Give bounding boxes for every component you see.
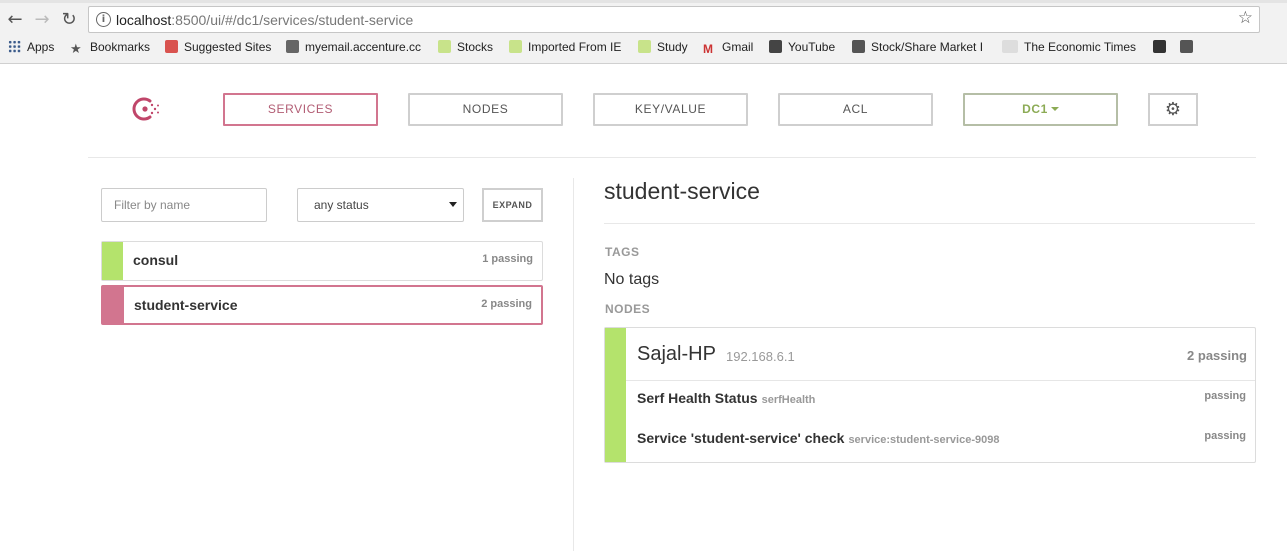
bookmark-youtube[interactable]: YouTube	[769, 40, 835, 56]
status-select-value: any status	[314, 198, 369, 212]
caret-down-icon	[1050, 107, 1059, 111]
expand-button[interactable]: EXPAND	[482, 188, 543, 222]
check-status: passing	[1204, 390, 1246, 402]
bookmark-suggested-sites[interactable]: Suggested Sites	[165, 40, 271, 56]
youtube-icon	[769, 40, 782, 53]
bookmark-label: Bookmarks	[90, 40, 151, 54]
datacenter-label: DC1	[1022, 102, 1048, 116]
chrome-divider	[0, 63, 1287, 64]
node-name[interactable]: Sajal-HP	[637, 343, 716, 366]
settings-button[interactable]: ⚙	[1148, 93, 1198, 126]
tab-strip-edge	[0, 0, 1287, 3]
check-name: Service 'student-service' check service:s…	[637, 430, 999, 446]
check-id: service:student-service-9098	[848, 434, 1000, 446]
bookmark-label: Study	[657, 40, 688, 54]
dropdown-arrow-icon	[449, 202, 457, 207]
service-name: student-service	[134, 297, 238, 313]
service-row-consul[interactable]: consul 1 passing	[101, 241, 543, 281]
datacenter-dropdown[interactable]: DC1	[963, 93, 1118, 126]
back-arrow-icon[interactable]: ←	[4, 9, 26, 31]
consul-logo-icon[interactable]	[131, 95, 161, 123]
bookmark-label: Stocks	[457, 40, 494, 54]
node-passing-count: 2 passing	[1187, 348, 1247, 363]
suggested-sites-icon	[165, 40, 178, 53]
bookmarks-bar: Apps ★ Bookmarks Suggested Sites myemail.…	[0, 36, 1287, 60]
economic-times-icon	[1002, 40, 1018, 53]
nav-nodes-button[interactable]: NODES	[408, 93, 563, 126]
address-bar[interactable]: i localhost:8500/ui/#/dc1/services/stude…	[88, 6, 1260, 33]
bookmark-label: YouTube	[788, 40, 836, 54]
accenture-icon	[286, 40, 299, 53]
bookmark-star-icon[interactable]: ☆	[1238, 8, 1253, 28]
reload-icon[interactable]: ↻	[58, 9, 80, 31]
check-row-service[interactable]: Service 'student-service' check service:s…	[626, 420, 1255, 460]
service-name: consul	[133, 252, 179, 268]
folder-icon	[438, 40, 451, 53]
check-title: Service 'student-service' check	[637, 430, 845, 446]
bookmark-bookmarks[interactable]: ★ Bookmarks	[70, 40, 150, 56]
bookmark-economic-times[interactable]: The Economic Times	[1002, 40, 1138, 56]
nav-services-button[interactable]: SERVICES	[223, 93, 378, 126]
node-panel: Sajal-HP 192.168.6.1 2 passing Serf Heal…	[604, 327, 1256, 463]
service-detail-title: student-service	[604, 178, 760, 204]
service-passing-count: 1 passing	[482, 253, 533, 265]
tags-value: No tags	[604, 271, 660, 288]
check-title: Serf Health Status	[637, 390, 758, 406]
gmail-icon: M	[703, 42, 713, 56]
bookmark-label: Gmail	[722, 40, 754, 54]
star-icon: ★	[70, 41, 82, 56]
service-row-student-service[interactable]: student-service 2 passing	[101, 285, 543, 325]
stock-market-icon	[852, 40, 865, 53]
nav-keyvalue-button[interactable]: KEY/VALUE	[593, 93, 748, 126]
bookmark-label: The Economic Times	[1024, 40, 1137, 54]
bookmark-accenture[interactable]: myemail.accenture.cc	[286, 40, 434, 56]
folder-icon	[509, 40, 522, 53]
bookmark-stocks[interactable]: Stocks	[438, 40, 493, 56]
url-text[interactable]: localhost:8500/ui/#/dc1/services/student…	[116, 12, 413, 28]
folder-icon	[638, 40, 651, 53]
bookmark-apps[interactable]: Apps	[8, 40, 54, 56]
nodes-label: NODES	[605, 302, 651, 316]
bookmark-stock-market[interactable]: Stock/Share Market I	[852, 40, 997, 56]
bookmark-imported-from-ie[interactable]: Imported From IE	[509, 40, 621, 56]
service-passing-count: 2 passing	[481, 298, 532, 310]
filter-by-name-input[interactable]	[101, 188, 267, 222]
bookmark-gmail[interactable]: M Gmail	[703, 40, 753, 56]
bookmark-label: Imported From IE	[528, 40, 622, 54]
apps-grid-icon	[8, 40, 21, 53]
url-host: localhost	[116, 12, 172, 28]
bookmark-study[interactable]: Study	[638, 40, 688, 56]
check-status: passing	[1204, 430, 1246, 442]
check-id: serfHealth	[761, 394, 816, 406]
gear-icon: ⚙	[1164, 99, 1182, 120]
header-divider	[88, 157, 1256, 158]
url-path: :8500/ui/#/dc1/services/student-service	[171, 12, 414, 28]
bookmark-site-icon	[1180, 40, 1193, 53]
bookmark-label: Apps	[27, 40, 55, 54]
bookmark-label: myemail.accenture.cc	[305, 40, 422, 54]
forward-arrow-icon[interactable]: →	[31, 9, 53, 31]
bookmark-extra[interactable]	[1180, 40, 1199, 56]
node-header[interactable]: Sajal-HP 192.168.6.1 2 passing	[626, 328, 1255, 381]
nav-acl-button[interactable]: ACL	[778, 93, 933, 126]
status-filter-select[interactable]: any status	[297, 188, 464, 222]
service-status-bar	[103, 287, 124, 323]
bookmark-facebook[interactable]	[1153, 40, 1172, 56]
bookmark-label: Suggested Sites	[184, 40, 272, 54]
tags-label: TAGS	[605, 245, 640, 259]
browser-chrome: ← → ↻ i localhost:8500/ui/#/dc1/services…	[0, 0, 1287, 64]
detail-divider	[604, 223, 1255, 224]
check-row-serf-health[interactable]: Serf Health Status serfHealth passing	[626, 380, 1255, 420]
node-status-bar	[605, 328, 626, 462]
check-name: Serf Health Status serfHealth	[637, 390, 815, 406]
column-divider	[573, 178, 574, 551]
bookmark-label: Stock/Share Market I	[871, 40, 984, 54]
facebook-icon	[1153, 40, 1166, 53]
node-ip: 192.168.6.1	[726, 349, 795, 364]
info-icon[interactable]: i	[96, 12, 111, 27]
service-status-bar	[102, 242, 123, 280]
